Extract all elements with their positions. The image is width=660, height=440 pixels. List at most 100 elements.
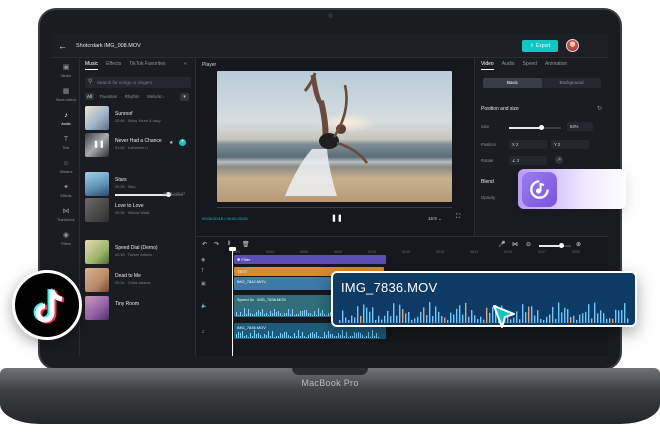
track-title: Sunroof [115, 111, 133, 117]
zoom-out-icon[interactable]: ⊖ [526, 241, 531, 248]
timeline-playhead[interactable] [232, 249, 233, 356]
position-y-field[interactable]: Y 2 [551, 140, 589, 149]
size-slider[interactable] [509, 125, 561, 130]
waveform-bar [250, 313, 251, 316]
rail-item-stock-videos[interactable]: ▦ Stock videos [52, 84, 80, 108]
timeline-zoom-slider[interactable] [539, 243, 571, 248]
rotate-field[interactable]: ∠ 2 [509, 156, 547, 165]
ruler-tick-label: 00:24 [504, 250, 512, 254]
export-button[interactable]: ⇪ Export [522, 40, 558, 52]
collapse-panel-icon[interactable]: « [184, 61, 187, 67]
rail-item-media[interactable]: ▣ Media [52, 60, 80, 84]
pause-track-icon[interactable]: ❚❚ [93, 140, 105, 148]
track-subtitle: 01:45 · Katherine Li [115, 146, 149, 150]
zoomed-waveform-bar [591, 318, 593, 323]
waveform-bar [256, 334, 257, 338]
zoomed-waveform-bar [387, 310, 389, 323]
track-item[interactable]: Dead to Me 02:24 · Chloe Adams [85, 268, 191, 294]
waveform-bar [258, 332, 259, 338]
track-subtitle: 00:28 · Nico [115, 185, 136, 189]
waveform-bar [244, 308, 245, 316]
pause-icon[interactable]: ❚❚ [331, 214, 343, 222]
waveform-bar [302, 332, 303, 338]
waveform-bar [330, 334, 331, 338]
music-search-input[interactable]: ⚲ Search for songs or singers [85, 77, 191, 88]
track-item[interactable]: Tiny Room [85, 296, 191, 322]
waveform-bar [310, 333, 311, 338]
zoom-in-icon[interactable]: ⊕ [576, 241, 581, 248]
zoomed-waveform-bar [615, 309, 617, 323]
tab-music[interactable]: Music [85, 61, 99, 70]
tab-animation[interactable]: Animation [545, 61, 567, 70]
project-title[interactable]: Shotcrdark IMG_008.MOV [76, 43, 141, 49]
reset-icon[interactable]: ↻ [597, 105, 602, 112]
rail-item-effects[interactable]: ✦ Effects [52, 180, 80, 204]
track-item[interactable]: Sunroof 02:46 · Nicky Youre & dazy [85, 106, 191, 132]
fullscreen-icon[interactable]: ⛶ [456, 214, 460, 221]
tab-tiktok-favorites[interactable]: TikTok Favorites [129, 61, 165, 70]
segment-basic[interactable]: Basic [483, 78, 542, 88]
redo-icon[interactable]: ↷ [214, 241, 219, 248]
filter-clip[interactable]: ✱ Filter [234, 255, 386, 264]
track-item-selected[interactable]: ❚❚ Never Had a Chance 01:45 · Katherine … [85, 133, 191, 159]
zoomed-waveform-bar [579, 314, 581, 323]
favorite-star-icon[interactable]: ★ [169, 140, 173, 146]
volume-icon[interactable]: 🔈 [201, 303, 207, 309]
zoomed-waveform-bar [546, 316, 548, 323]
track-item[interactable]: Love to Love 00:35 · Widow Waltz [85, 198, 191, 224]
segment-background[interactable]: Background [542, 78, 601, 88]
filter-chip-all[interactable]: All [85, 93, 94, 100]
filter-chip-favorites[interactable]: Favorites [98, 93, 119, 100]
zoomed-waveform-bar [618, 310, 620, 323]
size-slider-knob[interactable] [539, 125, 545, 130]
mic-icon[interactable]: 🎤 [498, 241, 505, 248]
waveform-bar [284, 312, 285, 316]
zoomed-waveform-bar [594, 302, 596, 323]
waveform-bar [306, 336, 307, 338]
back-arrow-icon[interactable]: ← [58, 41, 68, 51]
add-track-icon[interactable]: + [179, 139, 186, 146]
rail-item-filters[interactable]: ◉ Filters [52, 228, 80, 252]
tab-audio[interactable]: Audio [502, 61, 515, 70]
position-x-field[interactable]: X 2 [509, 140, 547, 149]
delete-icon[interactable]: 🗑 [242, 241, 250, 248]
tab-video[interactable]: Video [481, 61, 494, 70]
rail-item-transitions[interactable]: ⋈ Transitions [52, 204, 80, 228]
track-title: Never Had a Chance [115, 138, 162, 144]
video-clip-7836[interactable]: Speed 4x IMG_7836.MOV [234, 295, 334, 317]
magnet-icon[interactable]: ⋈ [512, 241, 518, 248]
zoomed-waveform-bar [477, 319, 479, 323]
zoomed-waveform-bar [438, 311, 440, 323]
track-cover [85, 106, 109, 130]
rail-item-audio[interactable]: ♪ Audio [52, 108, 80, 132]
rail-item-stickers[interactable]: ☺ Stickers [52, 156, 80, 180]
waveform-bar [246, 335, 247, 338]
rotate-dial-icon[interactable]: ↗ [555, 156, 563, 164]
filter-dropdown-icon[interactable]: ▾ [180, 93, 189, 101]
filter-chip-rhythm[interactable]: Rhythm [123, 93, 141, 100]
music-disc-icon [522, 172, 557, 207]
zoomed-waveform-bar [528, 306, 530, 323]
video-preview[interactable] [217, 71, 452, 202]
zoomed-audio-clip[interactable]: IMG_7836.MOV [331, 271, 637, 327]
rail-item-text[interactable]: T Text [52, 132, 80, 156]
text-track-icon: T [201, 268, 205, 274]
playhead-handle[interactable] [229, 247, 236, 251]
tab-speed[interactable]: Speed [523, 61, 537, 70]
inspector-tabs: Video Audio Speed Animation [481, 61, 567, 70]
basic-background-toggle: Basic Background [483, 78, 601, 88]
track-subtitle: 00:35 · Widow Waltz [115, 211, 150, 215]
size-value-field[interactable]: 63% [567, 122, 593, 131]
aspect-ratio-select[interactable]: 16:9 ⌄ [428, 216, 442, 222]
laptop-brand-label: MacBook Pro [301, 378, 359, 388]
waveform-bar [288, 308, 289, 316]
waveform-bar [254, 330, 255, 338]
player-scrubber[interactable] [217, 207, 452, 208]
zoom-knob[interactable] [558, 243, 564, 248]
track-item[interactable]: Speed Dial (Demo) 02:18 · Tanner Adams [85, 240, 191, 266]
user-avatar[interactable] [566, 39, 579, 52]
undo-icon[interactable]: ↶ [202, 241, 207, 248]
filter-chip-melodic[interactable]: Melodic ‹ [145, 93, 166, 100]
tab-effects[interactable]: Effects [106, 61, 121, 70]
waveform-bar [378, 336, 379, 338]
